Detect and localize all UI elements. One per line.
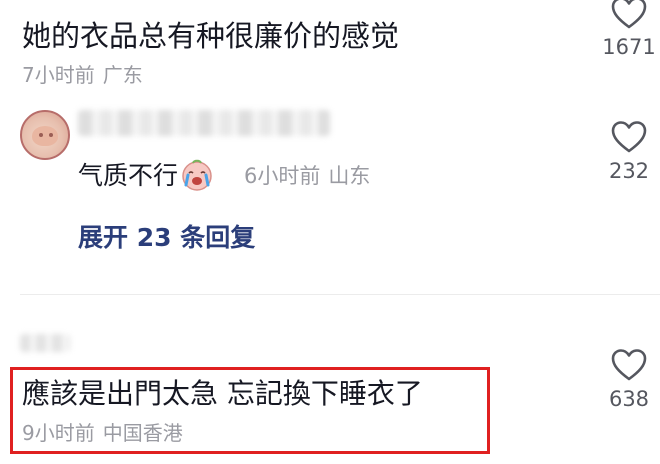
reply-text-content: 气质不行 [78, 161, 179, 190]
comment-time: 7小时前 [22, 63, 95, 87]
avatar[interactable] [20, 110, 70, 160]
crying-face-icon [180, 158, 214, 202]
like-button[interactable]: 232 [599, 120, 659, 184]
divider [20, 294, 660, 295]
like-button[interactable]: 1671 [599, 0, 659, 60]
like-count: 1671 [602, 35, 656, 59]
like-count: 232 [608, 159, 650, 183]
comment-region: 广东 [102, 63, 143, 87]
reply-meta: 6小时前 山东 [244, 163, 370, 189]
heart-icon [611, 121, 647, 153]
comment-meta: 9小时前 中国香港 [22, 420, 183, 446]
heart-icon [611, 349, 647, 381]
reply-time: 6小时前 [244, 164, 321, 188]
reply-region: 山东 [328, 164, 371, 188]
comment-text: 她的衣品总有种很廉价的感觉 [22, 19, 400, 53]
comment-text: 應該是出門太急 忘記換下睡衣了 [22, 377, 423, 410]
comment-meta: 7小时前 广东 [22, 62, 143, 88]
expand-replies-button[interactable]: 展开 23 条回复 [78, 220, 255, 256]
blurred-username [20, 334, 70, 352]
comment-time: 9小时前 [22, 421, 95, 445]
reply-text: 气质不行 [78, 158, 214, 202]
like-button[interactable]: 638 [599, 348, 659, 412]
comment-region: 中国香港 [102, 421, 183, 445]
blurred-username [78, 110, 330, 136]
like-count: 638 [608, 387, 650, 411]
heart-icon [611, 0, 647, 29]
